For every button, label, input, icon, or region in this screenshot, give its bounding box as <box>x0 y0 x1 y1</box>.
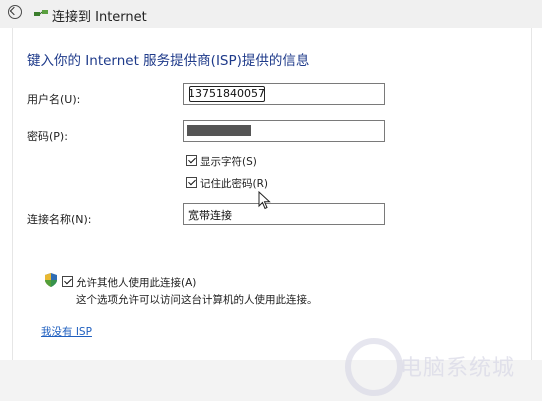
remember-password-checkbox[interactable] <box>186 177 197 188</box>
no-isp-link[interactable]: 我没有 ISP <box>41 324 92 339</box>
network-connection-icon <box>34 10 48 16</box>
window-title: 连接到 Internet <box>52 10 147 25</box>
username-highlight <box>189 86 265 102</box>
show-chars-label: 显示字符(S) <box>200 156 257 168</box>
allow-others-description: 这个选项允许可以访问这台计算机的人使用此连接。 <box>76 294 318 306</box>
allow-others-checkbox[interactable] <box>62 276 73 287</box>
connection-name-label: 连接名称(N): <box>27 213 92 226</box>
watermark-logo-icon <box>345 338 403 396</box>
username-label: 用户名(U): <box>27 93 81 106</box>
allow-others-label: 允许其他人使用此连接(A) <box>76 277 197 289</box>
uac-shield-icon <box>45 273 57 287</box>
mouse-cursor-icon <box>258 191 271 210</box>
connection-name-input[interactable]: 宽带连接 <box>183 203 385 225</box>
username-input[interactable]: 13751840057 <box>183 83 385 105</box>
password-masked-value <box>187 125 251 136</box>
password-label: 密码(P): <box>27 130 68 143</box>
connection-name-value: 宽带连接 <box>188 209 232 222</box>
title-bar: 连接到 Internet <box>0 0 542 28</box>
show-chars-checkbox[interactable] <box>186 155 197 166</box>
watermark-text: 电脑系统城 <box>400 356 516 381</box>
remember-password-label: 记住此密码(R) <box>200 178 268 190</box>
back-arrow-icon[interactable] <box>8 5 22 19</box>
password-input[interactable] <box>183 120 385 142</box>
page-heading: 键入你的 Internet 服务提供商(ISP)提供的信息 <box>27 53 310 69</box>
